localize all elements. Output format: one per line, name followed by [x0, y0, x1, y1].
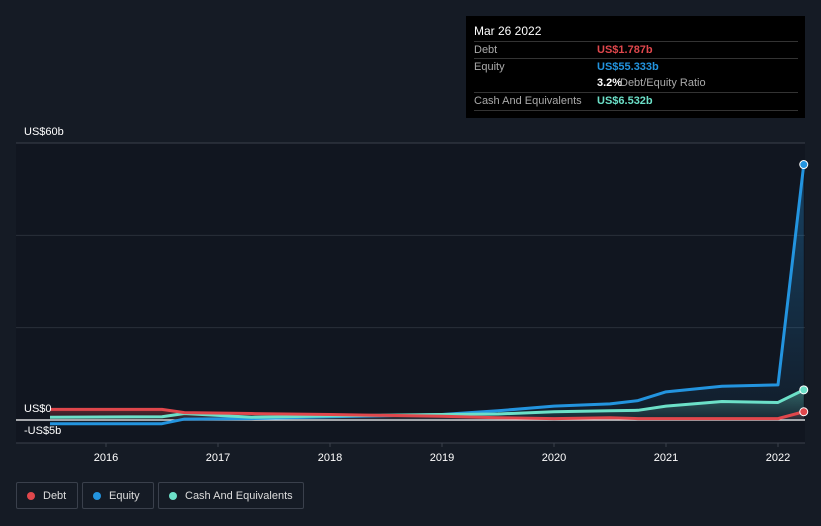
equity-label: Equity	[474, 61, 505, 73]
tooltip-date: Mar 26 2022	[474, 24, 542, 38]
legend-label: Equity	[109, 489, 140, 502]
y-tick-label: US$0	[24, 403, 52, 415]
legend-cash[interactable]: Cash And Equivalents	[158, 482, 304, 509]
x-tick-label: 2019	[430, 452, 454, 464]
series-end-point	[799, 407, 809, 417]
tooltip-debt-row: Debt US$1.787b	[474, 41, 798, 59]
ratio-value: 3.2%	[597, 77, 623, 89]
x-tick-label: 2016	[94, 452, 118, 464]
x-tick-label: 2020	[542, 452, 566, 464]
tooltip: Mar 26 2022 Debt US$1.787b Equity US$55.…	[466, 16, 805, 118]
cash-value: US$6.532b	[597, 95, 653, 107]
equity-dot-icon	[93, 491, 101, 500]
cash-dot-icon	[169, 491, 177, 500]
tooltip-cash-row: Cash And Equivalents US$6.532b	[474, 92, 798, 111]
legend-label: Cash And Equivalents	[185, 489, 293, 502]
y-tick-label: US$60b	[24, 126, 64, 138]
x-tick-label: 2018	[318, 452, 342, 464]
legend-equity[interactable]: Equity	[82, 482, 154, 509]
legend-debt[interactable]: Debt	[16, 482, 78, 509]
x-tick-label: 2021	[654, 452, 678, 464]
debt-dot-icon	[27, 491, 35, 500]
tooltip-ratio-row: 3.2% Debt/Equity Ratio	[474, 75, 798, 92]
series-end-point	[799, 385, 809, 395]
cash-label: Cash And Equivalents	[474, 95, 582, 107]
x-tick-label: 2022	[766, 452, 790, 464]
legend-label: Debt	[43, 489, 67, 502]
debt-label: Debt	[474, 44, 498, 56]
tooltip-equity-row: Equity US$55.333b	[474, 58, 798, 76]
debt-value: US$1.787b	[597, 44, 653, 56]
y-tick-label: -US$5b	[24, 425, 61, 437]
ratio-label: Debt/Equity Ratio	[620, 77, 706, 89]
series-end-point	[799, 160, 809, 170]
x-tick-label: 2017	[206, 452, 230, 464]
equity-value: US$55.333b	[597, 61, 659, 73]
